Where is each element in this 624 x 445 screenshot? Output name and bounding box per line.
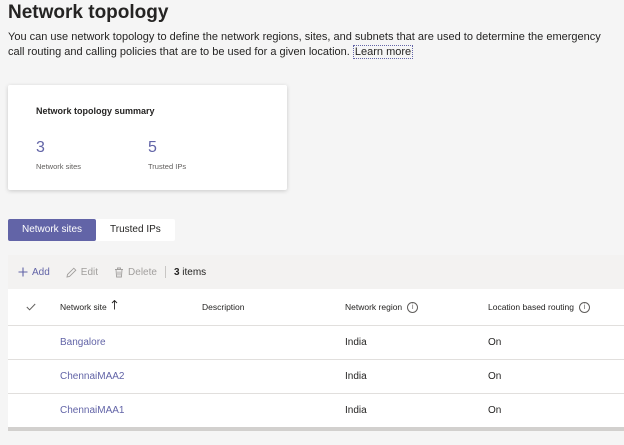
delete-button[interactable]: Delete: [114, 267, 157, 278]
network-sites-panel: Add Edit Delete 3 items Network site Des…: [8, 255, 624, 428]
table-row[interactable]: Bangalore India On: [8, 326, 624, 360]
trash-icon: [115, 267, 124, 277]
item-count-number: 3: [173, 266, 180, 278]
network-site-header-label: Network site: [60, 302, 107, 312]
lbr-cell: On: [488, 337, 502, 348]
lbr-header-label: Location based routing: [488, 302, 575, 312]
network-site-link[interactable]: ChennaiMAA1: [60, 394, 124, 427]
description-header-label: Description: [202, 302, 245, 312]
item-count: 3 items: [174, 267, 206, 278]
item-count-suffix: items: [182, 266, 207, 278]
summary-title: Network topology summary: [36, 106, 155, 116]
pencil-icon: [66, 267, 77, 278]
column-header-network-site[interactable]: Network site: [60, 289, 118, 325]
table-row[interactable]: ChennaiMAA2 India On: [8, 360, 624, 394]
lbr-cell: On: [488, 405, 502, 416]
command-bar: Add Edit Delete 3 items: [8, 255, 624, 289]
table-row[interactable]: ChennaiMAA1 India On: [8, 394, 624, 428]
page-title: Network topology: [8, 2, 169, 23]
trusted-ips-count: 5: [148, 139, 157, 156]
edit-label: Edit: [80, 266, 99, 278]
description-text: You can use network topology to define t…: [8, 31, 601, 58]
add-label: Add: [32, 266, 50, 278]
network-region-header-label: Network region: [345, 302, 403, 312]
plus-icon: [18, 267, 28, 277]
page-description: You can use network topology to define t…: [8, 30, 608, 60]
tab-trusted-ips[interactable]: Trusted IPs: [96, 219, 175, 241]
region-cell: India: [345, 371, 367, 382]
delete-label: Delete: [128, 266, 157, 278]
tab-bar: Network sites Trusted IPs: [8, 219, 175, 241]
column-header-network-region[interactable]: Network region i: [345, 289, 419, 325]
info-icon[interactable]: i: [579, 301, 591, 313]
learn-more-link[interactable]: Learn more: [352, 45, 414, 59]
column-header-description[interactable]: Description: [202, 289, 245, 325]
table-header: Network site Description Network region …: [8, 289, 624, 326]
checkmark-icon: [26, 303, 36, 311]
edit-button[interactable]: Edit: [66, 267, 98, 278]
region-cell: India: [345, 337, 367, 348]
info-icon[interactable]: i: [407, 301, 419, 313]
sort-ascending-icon: [111, 300, 118, 310]
network-site-link[interactable]: Bangalore: [60, 326, 106, 359]
trusted-ips-label: Trusted IPs: [148, 162, 187, 171]
lbr-cell: On: [488, 371, 502, 382]
add-button[interactable]: Add: [18, 267, 50, 278]
select-all-checkbox[interactable]: [26, 289, 36, 325]
tab-network-sites[interactable]: Network sites: [8, 219, 97, 241]
network-sites-count: 3: [36, 139, 45, 156]
network-site-link[interactable]: ChennaiMAA2: [60, 360, 124, 393]
toolbar-divider: [164, 266, 166, 278]
horizontal-scrollbar[interactable]: [8, 427, 624, 431]
column-header-location-based-routing[interactable]: Location based routing i: [488, 289, 591, 325]
region-cell: India: [345, 405, 367, 416]
network-sites-label: Network sites: [36, 162, 82, 171]
summary-card: Network topology summary 3 Network sites…: [8, 85, 287, 190]
